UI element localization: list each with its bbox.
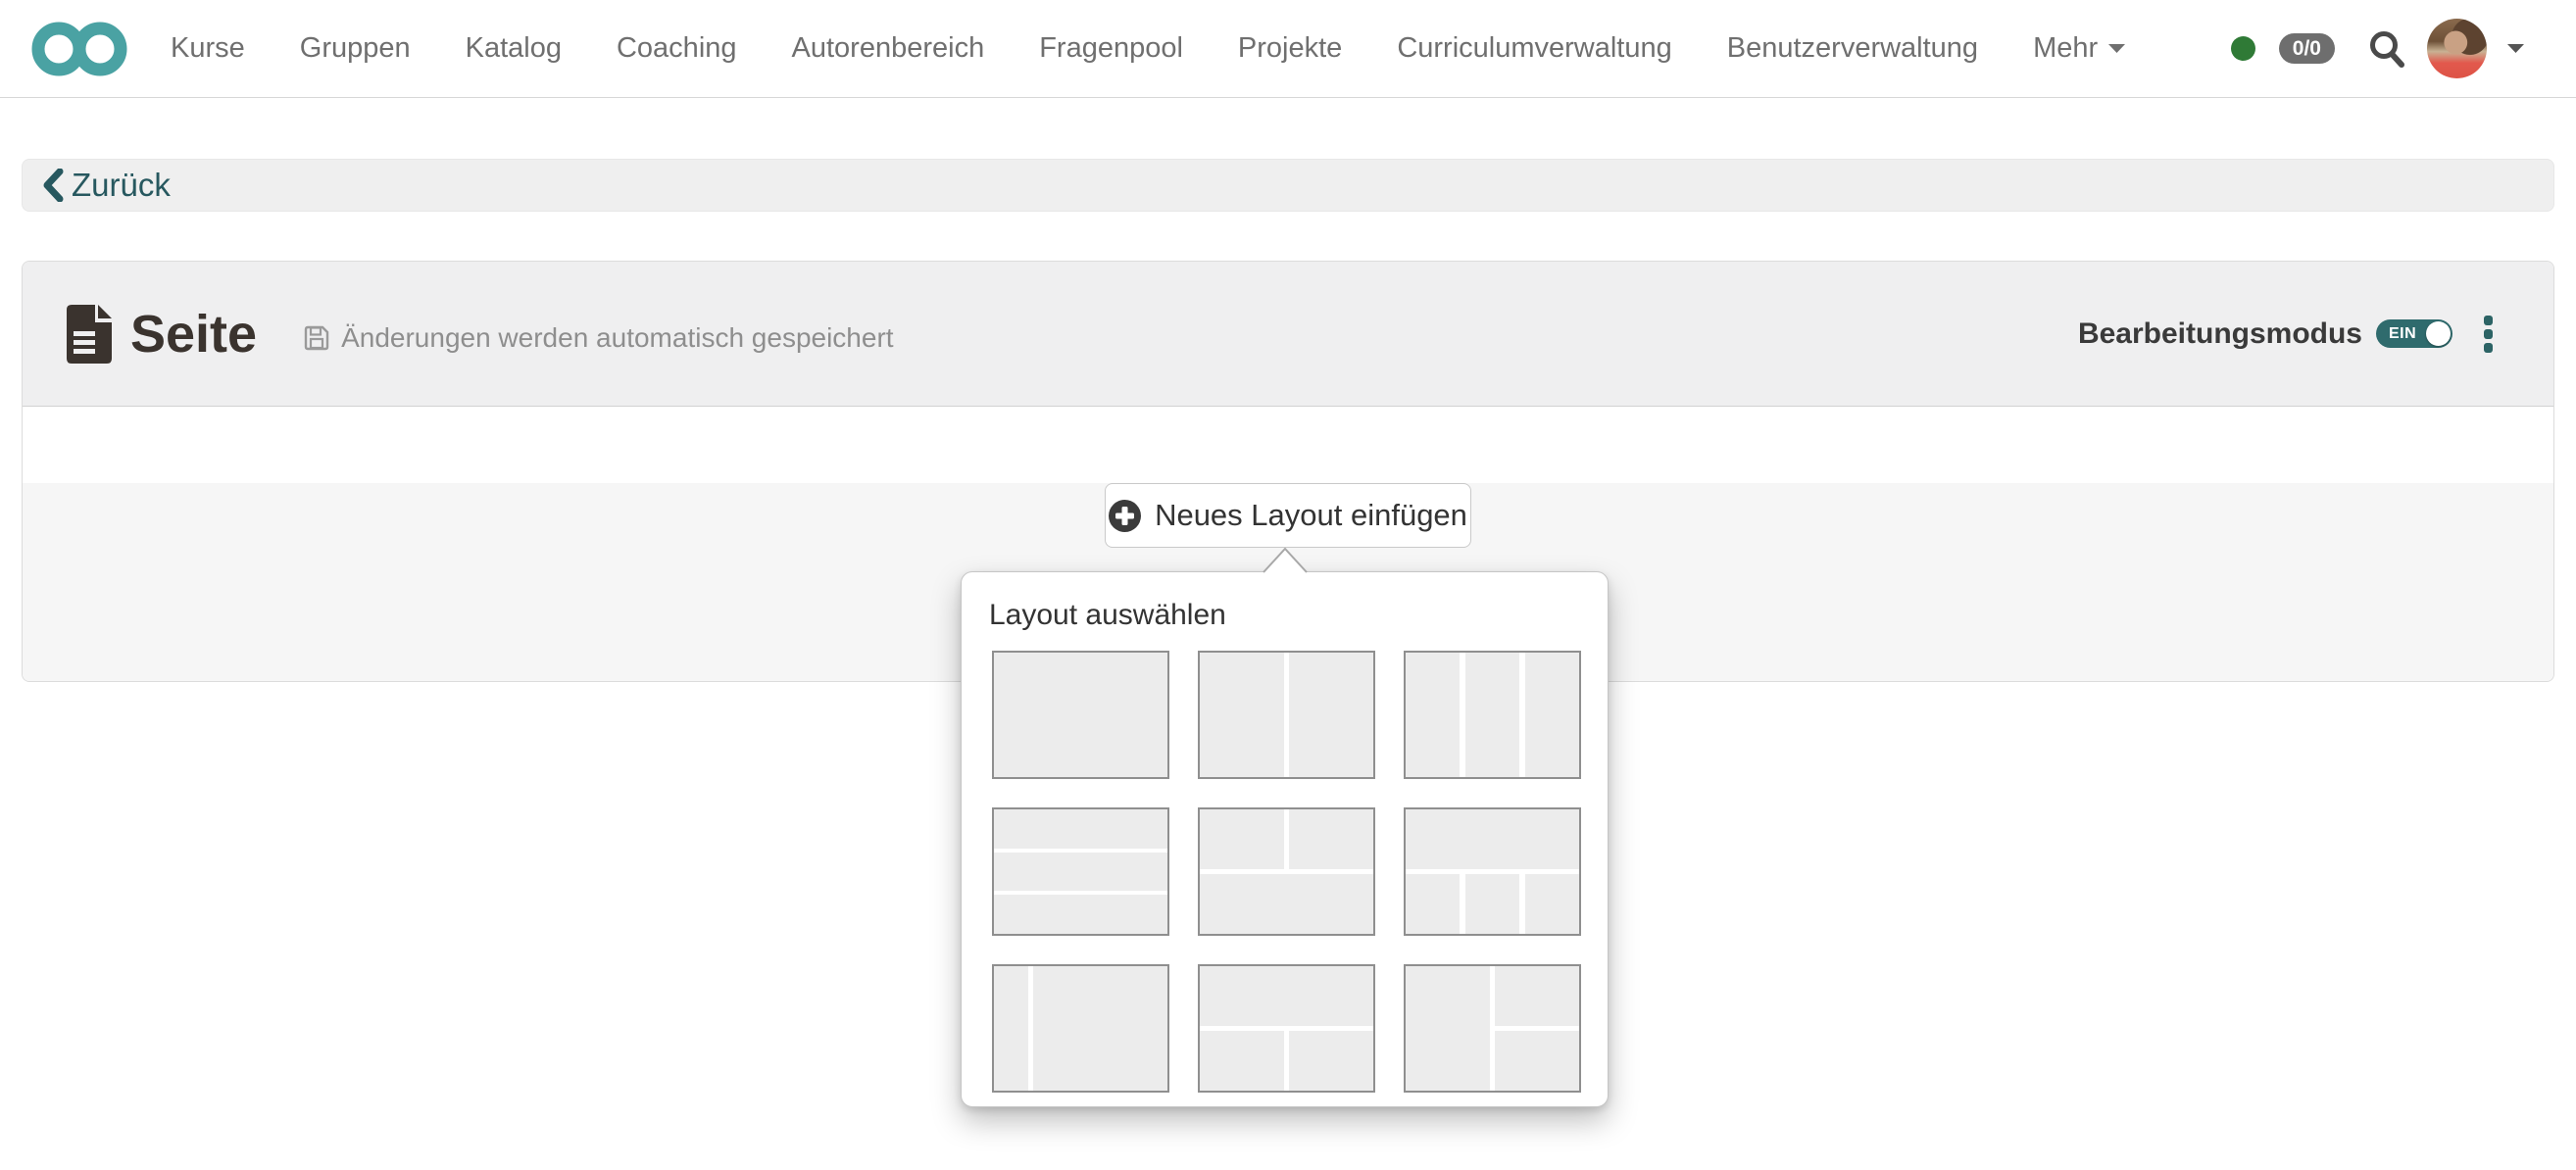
layout-popover: Layout auswählen — [961, 571, 1609, 1107]
nav-item-fragenpool[interactable]: Fragenpool — [1039, 32, 1183, 65]
header-right-cluster: Bearbeitungsmodus EIN — [2078, 312, 2497, 357]
layout-cell — [994, 895, 1167, 934]
layout-cell — [1464, 874, 1520, 934]
layout-option-2-columns-over-row[interactable] — [1198, 807, 1375, 936]
toggle-knob — [2426, 321, 2451, 346]
layout-option-narrow-left-column[interactable] — [992, 964, 1169, 1093]
layout-cell — [1200, 966, 1373, 1026]
layout-cell — [1494, 1031, 1579, 1091]
search-icon[interactable] — [2368, 29, 2405, 69]
layout-cell — [1406, 653, 1461, 777]
status-dot — [2230, 36, 2255, 61]
layout-option-3-columns[interactable] — [1404, 651, 1581, 779]
layout-option-1-column[interactable] — [992, 651, 1169, 779]
page-card-header: Seite Änderungen werden automatisch gesp… — [23, 262, 2553, 407]
layout-option-row-over-2-columns[interactable] — [1198, 964, 1375, 1093]
nav-item-projekte[interactable]: Projekte — [1238, 32, 1342, 65]
layout-cell — [1524, 874, 1579, 934]
chat-status-badge[interactable]: 0/0 — [2278, 33, 2335, 64]
save-icon — [304, 325, 329, 350]
autosave-text: Änderungen werden automatisch gespeicher… — [341, 321, 894, 353]
layout-option-2-columns[interactable] — [1198, 651, 1375, 779]
layout-cell — [1288, 809, 1373, 869]
layout-cell — [1032, 966, 1167, 1091]
edit-mode-label: Bearbeitungsmodus — [2077, 317, 2362, 350]
layout-cell — [1406, 809, 1579, 869]
page-title: Seite — [130, 304, 258, 364]
edit-mode-toggle[interactable]: EIN — [2376, 319, 2452, 348]
back-label: Zurück — [72, 167, 171, 203]
layout-cell — [1200, 1031, 1285, 1091]
layout-cell — [994, 653, 1167, 777]
layout-cell — [994, 966, 1028, 1091]
layout-cell — [1288, 1031, 1373, 1091]
plus-circle-icon — [1109, 499, 1142, 532]
layout-cell — [1494, 966, 1579, 1026]
main-nav: Kurse Gruppen Katalog Coaching Autorenbereic… — [171, 32, 1978, 65]
layout-option-row-over-3-columns[interactable] — [1404, 807, 1581, 936]
nav-more-label: Mehr — [2033, 32, 2099, 64]
nav-item-benutzerverwaltung[interactable]: Benutzerverwaltung — [1727, 32, 1978, 65]
layout-cell — [1406, 874, 1461, 934]
insert-layout-label: Neues Layout einfügen — [1155, 498, 1467, 532]
nav-item-curriculumverwaltung[interactable]: Curriculumverwaltung — [1397, 32, 1671, 65]
layout-cell — [994, 852, 1167, 892]
layout-cell — [1464, 653, 1520, 777]
nav-item-autorenbereich[interactable]: Autorenbereich — [792, 32, 985, 65]
caret-down-icon — [2108, 44, 2126, 53]
chevron-left-icon — [43, 169, 64, 202]
openolat-logo[interactable] — [31, 18, 127, 80]
layout-cell — [1406, 966, 1491, 1091]
toggle-on-label: EIN — [2389, 324, 2417, 342]
layout-cell — [1200, 653, 1285, 777]
kebab-menu-icon[interactable] — [2480, 312, 2497, 357]
popover-title: Layout auswählen — [989, 599, 1226, 631]
nav-item-kurse[interactable]: Kurse — [171, 32, 245, 65]
document-icon — [67, 304, 112, 364]
layout-cell — [994, 809, 1167, 849]
layout-cell — [1200, 874, 1373, 934]
back-bar[interactable]: Zurück — [22, 159, 2554, 212]
insert-layout-button[interactable]: Neues Layout einfügen — [1105, 483, 1471, 548]
layout-cell — [1288, 653, 1373, 777]
nav-item-coaching[interactable]: Coaching — [617, 32, 737, 65]
autosave-note: Änderungen werden automatisch gespeicher… — [303, 321, 894, 354]
layout-grid — [992, 651, 1608, 1093]
popover-arrow — [1263, 548, 1308, 574]
nav-item-gruppen[interactable]: Gruppen — [300, 32, 411, 65]
nav-item-katalog[interactable]: Katalog — [466, 32, 562, 65]
layout-option-column-and-2-rows[interactable] — [1404, 964, 1581, 1093]
avatar[interactable] — [2427, 19, 2487, 78]
top-navbar: Kurse Gruppen Katalog Coaching Autorenbereic… — [0, 0, 2576, 98]
layout-cell — [1200, 809, 1285, 869]
navbar-right-cluster: 0/0 — [2230, 19, 2525, 78]
layout-option-3-rows[interactable] — [992, 807, 1169, 936]
layout-cell — [1524, 653, 1579, 777]
user-menu-caret-icon[interactable] — [2506, 43, 2525, 54]
nav-item-mehr[interactable]: Mehr — [2033, 32, 2126, 65]
